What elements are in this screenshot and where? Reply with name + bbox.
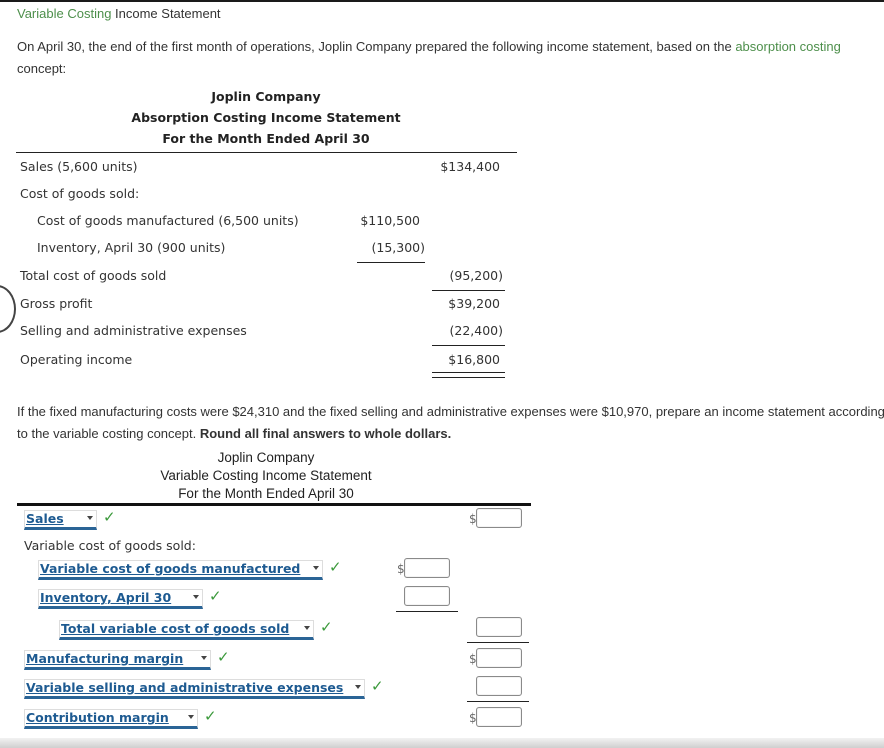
header-rule (16, 152, 517, 153)
row-value-sales: $134,400 (440, 159, 500, 174)
row-label-cogs: Cost of goods sold: (20, 186, 140, 201)
title-text: Income Statement (111, 6, 221, 21)
select-value: Sales (26, 511, 64, 526)
manufacturing-margin-amount-input[interactable] (476, 648, 522, 668)
check-icon: ✓ (217, 648, 230, 666)
variable-selling-admin-amount-input[interactable] (476, 676, 522, 696)
absorption-company: Joplin Company (211, 89, 321, 104)
row-label-total-cogs: Total cost of goods sold (20, 268, 167, 283)
double-rule (432, 372, 505, 378)
check-icon: ✓ (204, 707, 217, 725)
subtotal-rule (432, 345, 505, 346)
row-label-operating-income: Operating income (20, 352, 133, 367)
subtotal-rule (357, 262, 425, 263)
select-value: Contribution margin (26, 710, 169, 725)
chevron-down-icon (188, 715, 194, 719)
subtotal-rule (432, 290, 505, 291)
absorption-costing-link[interactable]: absorption costing (735, 39, 841, 54)
partial-circle-icon (0, 285, 16, 333)
row-label-cogm: Cost of goods manufactured (6,500 units) (37, 213, 299, 228)
chevron-down-icon (193, 595, 199, 599)
check-icon: ✓ (209, 587, 222, 605)
row-value-operating-income: $16,800 (448, 352, 500, 367)
row-label-sales: Sales (5,600 units) (20, 159, 138, 174)
check-icon: ✓ (371, 677, 384, 695)
row-value-gross-profit: $39,200 (448, 296, 500, 311)
select-value: Variable selling and administrative expe… (26, 680, 344, 695)
variable-period: For the Month Ended April 30 (178, 486, 354, 501)
question-instruction: Round all final answers to whole dollars… (199, 426, 452, 441)
row-label-inventory: Inventory, April 30 (900 units) (37, 240, 226, 255)
top-border (0, 0, 884, 2)
check-icon: ✓ (320, 618, 333, 636)
variable-company: Joplin Company (217, 450, 315, 465)
chevron-down-icon (355, 685, 361, 689)
chevron-down-icon (201, 656, 207, 660)
row-value-total-cogs: (95,200) (449, 268, 504, 283)
line-item-select-total-variable-cogs[interactable]: Total variable cost of goods sold (59, 620, 314, 640)
question-paragraph: If the fixed manufacturing costs were $2… (17, 401, 884, 445)
subtotal-rule (467, 701, 529, 702)
variable-cogs-label: Variable cost of goods sold: (24, 538, 196, 553)
line-item-select-sales[interactable]: Sales (24, 510, 97, 530)
absorption-period: For the Month Ended April 30 (162, 131, 370, 146)
line-item-select-manufacturing-margin[interactable]: Manufacturing margin (24, 650, 211, 670)
chevron-down-icon (87, 516, 93, 520)
check-icon: ✓ (329, 558, 342, 576)
intro-text: On April 30, the end of the first month … (17, 39, 736, 54)
select-value: Total variable cost of goods sold (61, 621, 290, 636)
row-value-cogm: $110,500 (360, 213, 420, 228)
check-icon: ✓ (103, 508, 116, 526)
contribution-margin-amount-input[interactable] (476, 707, 522, 727)
select-value: Variable cost of goods manufactured (40, 561, 301, 576)
inventory-amount-input[interactable] (404, 586, 450, 606)
absorption-statement-title: Absorption Costing Income Statement (131, 110, 401, 125)
header-rule (17, 503, 531, 506)
sales-amount-input[interactable] (476, 508, 522, 528)
intro-paragraph: On April 30, the end of the first month … (17, 36, 877, 80)
variable-statement-title: Variable Costing Income Statement (160, 468, 372, 483)
chevron-down-icon (304, 626, 310, 630)
subtotal-rule (467, 642, 529, 643)
select-value: Inventory, April 30 (40, 590, 172, 605)
variable-cogm-amount-input[interactable] (404, 558, 450, 578)
line-item-select-contribution-margin[interactable]: Contribution margin (24, 709, 198, 729)
line-item-select-inventory[interactable]: Inventory, April 30 (38, 589, 203, 609)
row-value-selling-admin: (22,400) (449, 323, 504, 338)
line-item-select-variable-cogm[interactable]: Variable cost of goods manufactured (38, 560, 323, 580)
bottom-scroll-edge (0, 738, 884, 748)
line-item-select-variable-selling-admin[interactable]: Variable selling and administrative expe… (24, 679, 365, 699)
row-label-selling-admin: Selling and administrative expenses (20, 323, 247, 338)
chevron-down-icon (313, 566, 319, 570)
subtotal-rule (396, 611, 458, 612)
row-value-inventory: (15,300) (371, 240, 426, 255)
total-variable-cogs-amount-input[interactable] (476, 617, 522, 637)
intro-end: concept: (17, 61, 67, 76)
title-link[interactable]: Variable Costing (17, 6, 111, 21)
row-label-gross-profit: Gross profit (20, 296, 93, 311)
select-value: Manufacturing margin (26, 651, 184, 666)
page-title: Variable Costing Income Statement (17, 6, 221, 21)
